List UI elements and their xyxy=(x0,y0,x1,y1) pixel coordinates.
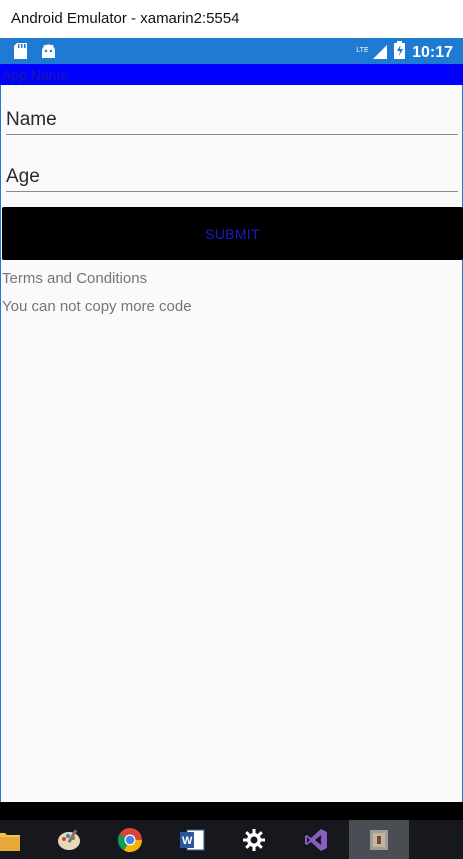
note-label: You can not copy more code xyxy=(2,298,192,315)
sd-card-icon xyxy=(14,43,27,64)
window-title: Android Emulator - xamarin2:5554 xyxy=(11,10,240,27)
android-nav-bar xyxy=(0,802,463,820)
paint-icon[interactable] xyxy=(55,826,83,854)
word-icon[interactable]: W xyxy=(178,826,206,854)
settings-icon[interactable] xyxy=(240,826,268,854)
submit-button[interactable]: Submit xyxy=(2,207,463,260)
window-title-bar: Android Emulator - xamarin2:5554 xyxy=(0,0,463,38)
clock: 10:17 xyxy=(412,43,453,61)
battery-icon xyxy=(394,41,406,64)
emulator-icon[interactable] xyxy=(365,826,393,854)
page-content: Submit Terms and Conditions You can not … xyxy=(0,85,463,802)
android-status-bar: LTE 10:17 xyxy=(0,38,463,64)
visual-studio-icon[interactable] xyxy=(302,826,330,854)
android-icon xyxy=(41,43,56,64)
svg-text:W: W xyxy=(182,835,193,847)
app-bar: App Name xyxy=(0,64,463,85)
signal-icon: LTE xyxy=(356,43,388,62)
app-title: App Name xyxy=(2,67,69,83)
age-field[interactable] xyxy=(6,162,458,192)
terms-label: Terms and Conditions xyxy=(2,270,148,287)
windows-taskbar: W xyxy=(0,820,463,859)
chrome-icon[interactable] xyxy=(116,826,144,854)
name-field[interactable] xyxy=(6,105,458,135)
folder-icon[interactable] xyxy=(0,826,22,854)
